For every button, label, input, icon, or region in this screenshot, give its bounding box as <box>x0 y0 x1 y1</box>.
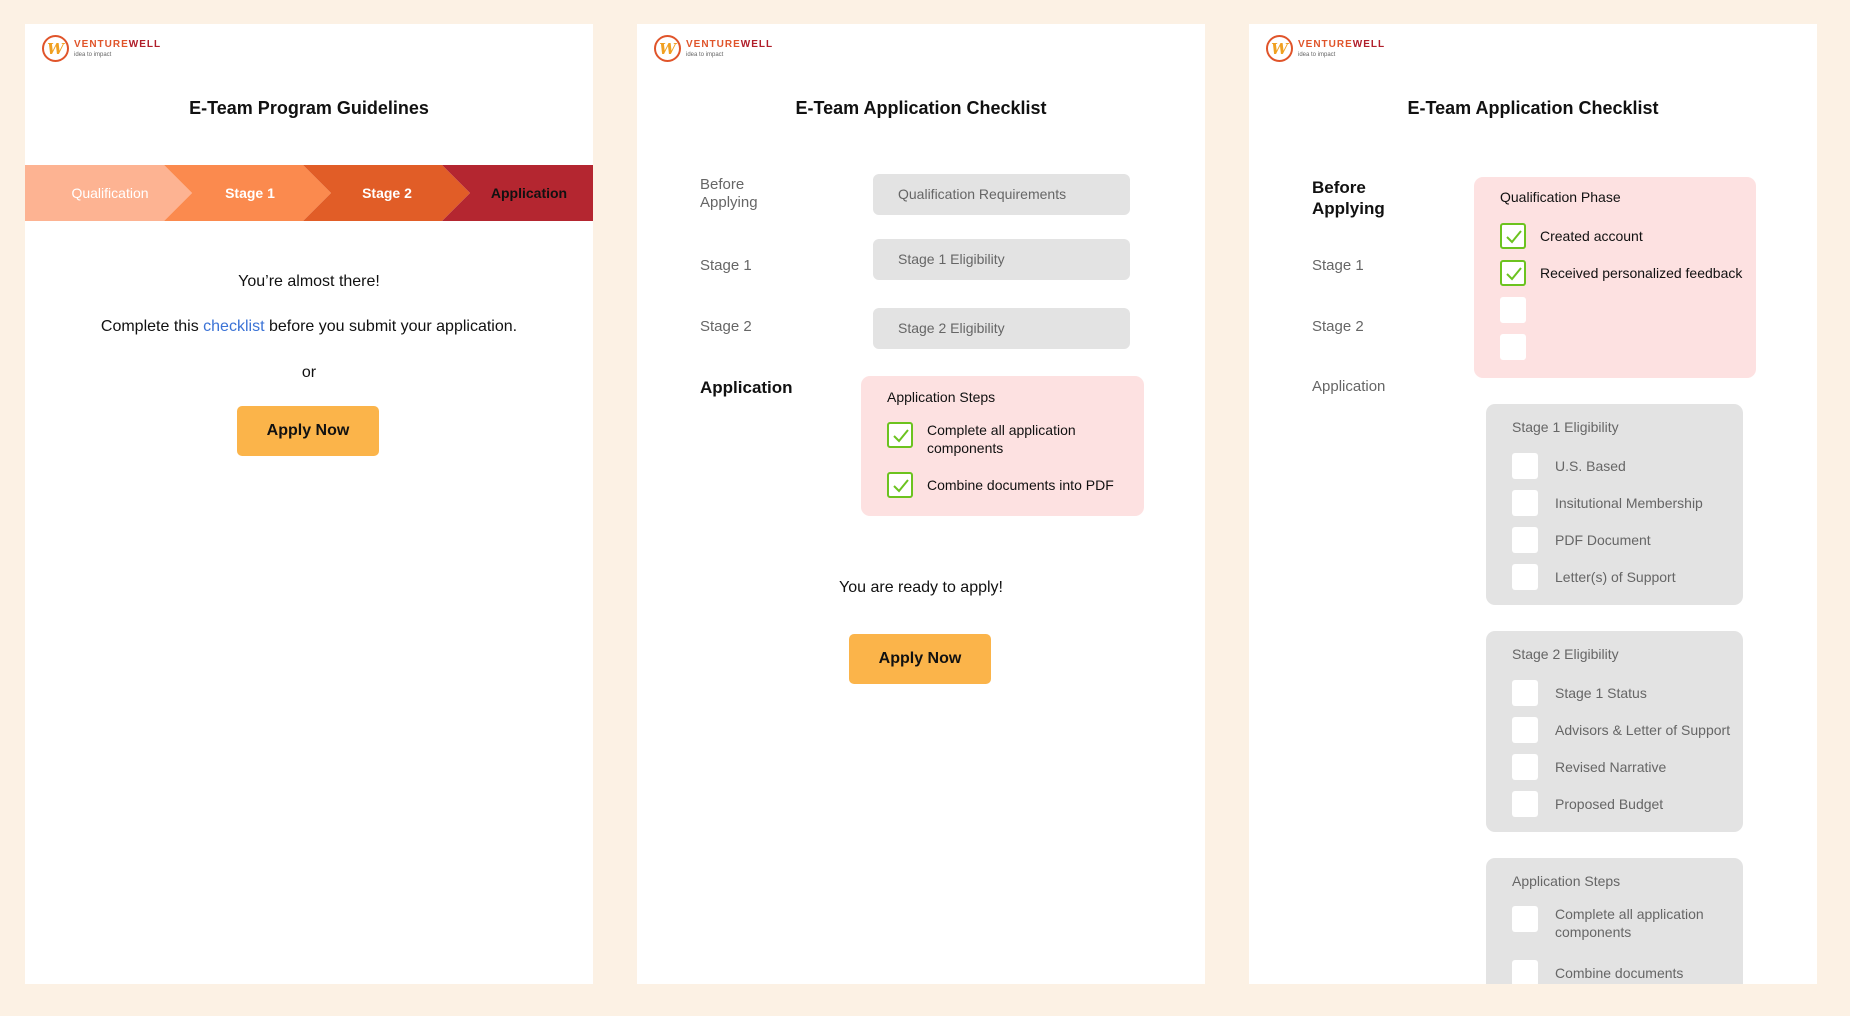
brand-tagline: idea to impact <box>686 51 724 58</box>
checkbox-label: Letter(s) of Support <box>1555 569 1676 585</box>
checkbox-empty[interactable] <box>1500 297 1526 323</box>
brand-name: VENTUREWELL <box>686 38 774 50</box>
row-label-before-applying: Before Applying <box>1312 178 1385 218</box>
checkbox-label: U.S. Based <box>1555 458 1626 474</box>
checkbox-label-complete-components: Complete all application components <box>927 422 1076 456</box>
stage-1-eligibility-button[interactable]: Stage 1 Eligibility <box>873 239 1130 280</box>
checkbox-label: Combine documents <box>1555 965 1684 981</box>
application-checklist-expanded-panel: W VENTUREWELL idea to impact E-Team Appl… <box>1249 24 1817 984</box>
checkbox-label: PDF Document <box>1555 532 1651 548</box>
page-title: E-Team Application Checklist <box>1407 98 1659 118</box>
checkbox-revised-narrative[interactable] <box>1512 754 1538 780</box>
row-label-stage-1: Stage 1 <box>700 257 752 274</box>
application-checklist-collapsed-panel: W VENTUREWELL idea to impact E-Team Appl… <box>637 24 1205 984</box>
checkmark-icon <box>893 479 909 493</box>
row-label-application: Application <box>700 378 793 397</box>
venturewell-logo[interactable]: W VENTUREWELL idea to impact <box>42 35 161 62</box>
progress-stepbar: Qualification Stage 1 Stage 2 Applicatio… <box>25 165 593 221</box>
checklist-instruction: Complete this checklist before you submi… <box>100 318 518 335</box>
venturewell-logo-icon: W <box>1266 35 1293 62</box>
checkbox-label-combine-pdf: Combine documents into PDF <box>927 477 1114 493</box>
checkbox-label: Advisors & Letter of Support <box>1555 722 1731 738</box>
checkbox-created-account[interactable] <box>1500 223 1526 249</box>
checklist-link[interactable]: checklist <box>203 318 264 335</box>
ready-to-apply-text: You are ready to apply! <box>839 579 1003 596</box>
page-title: E-Team Application Checklist <box>795 98 1047 118</box>
brand-tagline: idea to impact <box>74 51 112 58</box>
application-steps-heading: Application Steps <box>887 389 996 405</box>
checkbox-us-based[interactable] <box>1512 453 1538 479</box>
checkbox-stage-1-status[interactable] <box>1512 680 1538 706</box>
checkbox-label: Complete all application components <box>1555 906 1704 940</box>
venturewell-logo-icon: W <box>42 35 69 62</box>
checkbox-label: Proposed Budget <box>1555 796 1664 812</box>
checkbox-received-feedback[interactable] <box>1500 260 1526 286</box>
row-label-application: Application <box>1312 378 1386 395</box>
checkbox-combine-documents[interactable] <box>1512 960 1538 984</box>
step-qualification[interactable]: Qualification <box>45 165 175 221</box>
row-label-stage-2: Stage 2 <box>700 318 752 335</box>
venturewell-logo[interactable]: W VENTUREWELL idea to impact <box>654 35 773 62</box>
almost-there-text: You’re almost there! <box>238 273 380 290</box>
checkbox-proposed-budget[interactable] <box>1512 791 1538 817</box>
step-stage-2[interactable]: Stage 2 <box>322 165 452 221</box>
checkbox-pdf-document[interactable] <box>1512 527 1538 553</box>
venturewell-logo-icon: W <box>654 35 681 62</box>
venturewell-logo[interactable]: W VENTUREWELL idea to impact <box>1266 35 1385 62</box>
stage-1-eligibility-heading: Stage 1 Eligibility <box>1512 419 1619 435</box>
step-application[interactable]: Application <box>465 165 593 221</box>
checkbox-complete-components[interactable] <box>887 422 913 448</box>
checkbox-label-received-feedback: Received personalized feedback <box>1540 265 1743 281</box>
checkbox-letters-of-support[interactable] <box>1512 564 1538 590</box>
apply-now-button[interactable]: Apply Now <box>849 634 991 684</box>
stage-1-eligibility-box: Stage 1 Eligibility U.S. Based Insitutio… <box>1486 404 1743 605</box>
brand-name: VENTUREWELL <box>74 38 162 50</box>
checkbox-institutional-membership[interactable] <box>1512 490 1538 516</box>
row-label-stage-2: Stage 2 <box>1312 318 1364 335</box>
checkbox-complete-components[interactable] <box>1512 906 1538 932</box>
checkmark-icon <box>893 429 909 443</box>
row-label-before-applying: Before Applying <box>700 176 758 211</box>
checkbox-label: Stage 1 Status <box>1555 685 1647 701</box>
checkbox-label: Insitutional Membership <box>1555 495 1703 511</box>
qualification-phase-heading: Qualification Phase <box>1500 189 1621 205</box>
checkmark-icon <box>1506 230 1522 244</box>
stage-2-eligibility-box: Stage 2 Eligibility Stage 1 Status Advis… <box>1486 631 1743 832</box>
checkbox-advisors-letter[interactable] <box>1512 717 1538 743</box>
checkbox-combine-pdf[interactable] <box>887 472 913 498</box>
stage-2-eligibility-button[interactable]: Stage 2 Eligibility <box>873 308 1130 349</box>
apply-now-button[interactable]: Apply Now <box>237 406 379 456</box>
checkbox-label: Revised Narrative <box>1555 759 1667 775</box>
brand-name: VENTUREWELL <box>1298 38 1386 50</box>
checkbox-label-created-account: Created account <box>1540 228 1643 244</box>
stage-2-eligibility-heading: Stage 2 Eligibility <box>1512 646 1619 662</box>
application-steps-box: Application Steps Complete all applicati… <box>1486 858 1743 984</box>
program-guidelines-panel: W VENTUREWELL idea to impact E-Team Prog… <box>25 24 593 984</box>
checkmark-icon <box>1506 267 1522 281</box>
page-title: E-Team Program Guidelines <box>189 98 429 118</box>
row-label-stage-1: Stage 1 <box>1312 257 1364 274</box>
checkbox-empty[interactable] <box>1500 334 1526 360</box>
step-stage-1[interactable]: Stage 1 <box>185 165 315 221</box>
application-steps-box: Application Steps Complete all applicati… <box>861 376 1144 516</box>
qualification-phase-box: Qualification Phase Created account Rece… <box>1474 177 1756 378</box>
brand-tagline: idea to impact <box>1298 51 1336 58</box>
application-steps-heading: Application Steps <box>1512 873 1621 889</box>
or-text: or <box>301 364 317 381</box>
qualification-requirements-button[interactable]: Qualification Requirements <box>873 174 1130 215</box>
